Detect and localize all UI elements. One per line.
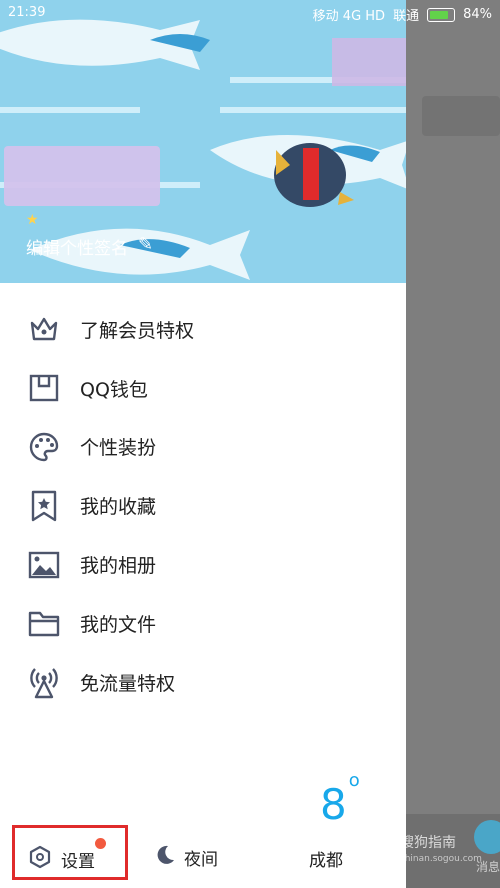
photo-icon: [26, 547, 62, 583]
menu-item-themes[interactable]: 个性装扮: [0, 418, 406, 477]
menu-item-label: 免流量特权: [80, 672, 176, 695]
crown-icon: [26, 311, 62, 347]
watermark-url: zhinan.sogou.com: [400, 854, 482, 864]
menu-item-label: 我的相册: [80, 555, 157, 578]
night-mode-label: 夜间: [184, 849, 218, 870]
menu-item-label: 我的收藏: [80, 496, 157, 519]
night-mode-button[interactable]: 夜间: [154, 844, 218, 870]
status-right-group: 移动 4G HD 联通 84%: [313, 5, 492, 24]
folder-icon: [26, 605, 62, 641]
side-drawer: ★ 编辑个性签名 ✎ 了解会员特权 QQ钱包 个性装扮 我的收藏 我的相册 我的…: [0, 0, 406, 888]
battery-icon: [427, 7, 456, 22]
menu-item-vip-privileges[interactable]: 了解会员特权: [0, 300, 406, 359]
moon-icon: [154, 844, 176, 870]
status-bar: 21:39 移动 4G HD 联通 84%: [0, 0, 500, 26]
drawer-menu: 了解会员特权 QQ钱包 个性装扮 我的收藏 我的相册 我的文件 免流量特权: [0, 300, 406, 712]
edit-signature-link[interactable]: 编辑个性签名: [26, 234, 128, 259]
wallet-icon: [26, 370, 62, 406]
menu-item-albums[interactable]: 我的相册: [0, 535, 406, 594]
blurred-nickname: [4, 146, 160, 206]
menu-item-label: QQ钱包: [80, 378, 148, 401]
settings-label: 设置: [61, 852, 95, 872]
pencil-icon[interactable]: ✎: [138, 234, 153, 255]
watermark: 搜狗指南 zhinan.sogou.com: [400, 832, 482, 864]
menu-item-favorites[interactable]: 我的收藏: [0, 476, 406, 535]
carrier-1: 移动 4G HD: [312, 9, 386, 24]
star-icon: ★: [26, 212, 39, 228]
carrier-2: 联通: [393, 9, 420, 24]
weather-temperature[interactable]: 8o: [320, 770, 360, 829]
notification-dot: [95, 838, 106, 849]
menu-item-label: 了解会员特权: [80, 319, 195, 342]
blurred-username-top: [332, 38, 406, 86]
menu-item-label: 个性装扮: [80, 437, 157, 460]
messages-tab-label: 消息: [476, 860, 500, 874]
menu-item-qq-wallet[interactable]: QQ钱包: [0, 359, 406, 418]
menu-item-free-data[interactable]: 免流量特权: [0, 653, 406, 712]
watermark-brand: 搜狗指南: [400, 835, 456, 851]
settings-hexagon-icon: [29, 845, 51, 873]
palette-icon: [26, 429, 62, 465]
menu-item-files[interactable]: 我的文件: [0, 594, 406, 653]
menu-item-label: 我的文件: [80, 613, 157, 636]
temperature-unit: o: [348, 770, 360, 791]
weather-city[interactable]: 成都: [309, 846, 343, 871]
favorite-icon: [26, 488, 62, 524]
profile-header[interactable]: ★ 编辑个性签名 ✎: [0, 0, 406, 283]
background-search-bar: [422, 96, 500, 136]
messages-tab-icon: [474, 820, 500, 854]
battery-percent: 84%: [463, 7, 492, 22]
settings-button[interactable]: 设置: [12, 825, 128, 880]
signal-tower-icon: [26, 664, 62, 700]
background-app-panel[interactable]: [406, 0, 500, 888]
temperature-value: 8: [320, 780, 347, 829]
status-time: 21:39: [8, 5, 46, 20]
